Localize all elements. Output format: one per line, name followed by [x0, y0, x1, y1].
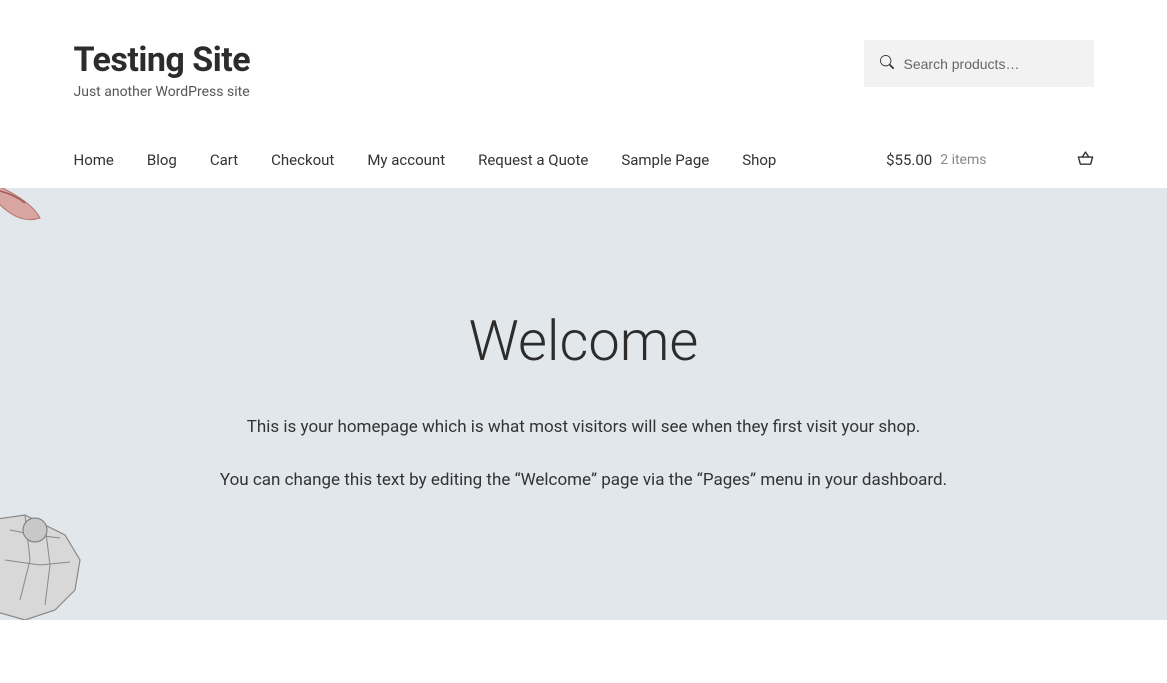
basket-icon: [1077, 150, 1094, 171]
nav-blog[interactable]: Blog: [147, 151, 177, 169]
cart-info: $55.00 2 items: [886, 151, 986, 169]
hero-decoration-top: [0, 188, 55, 228]
cart-widget[interactable]: $55.00 2 items: [886, 150, 1093, 171]
hero-section: Welcome This is your homepage which is w…: [0, 188, 1167, 620]
nav-home[interactable]: Home: [74, 151, 114, 169]
nav-sample-page[interactable]: Sample Page: [621, 151, 709, 169]
nav-checkout[interactable]: Checkout: [271, 151, 334, 169]
branding: Testing Site Just another WordPress site: [74, 40, 864, 100]
search-input[interactable]: [904, 56, 1078, 72]
cart-count: 2 items: [940, 152, 986, 168]
search-icon: [880, 54, 894, 73]
hero-decoration-bottom: [0, 510, 90, 620]
nav-my-account[interactable]: My account: [367, 151, 445, 169]
hero-title: Welcome: [20, 308, 1147, 374]
primary-nav: Home Blog Cart Checkout My account Reque…: [24, 132, 1144, 188]
search-box[interactable]: [864, 40, 1094, 87]
site-tagline: Just another WordPress site: [74, 84, 864, 100]
nav-links: Home Blog Cart Checkout My account Reque…: [74, 151, 777, 169]
nav-shop[interactable]: Shop: [742, 151, 776, 169]
hero-text-1: This is your homepage which is what most…: [20, 414, 1147, 441]
cart-total: $55.00: [886, 151, 932, 169]
site-header: Testing Site Just another WordPress site: [24, 0, 1144, 100]
nav-request-quote[interactable]: Request a Quote: [478, 151, 588, 169]
site-title[interactable]: Testing Site: [74, 40, 864, 80]
nav-cart[interactable]: Cart: [210, 151, 238, 169]
hero-text-2: You can change this text by editing the …: [20, 467, 1147, 494]
